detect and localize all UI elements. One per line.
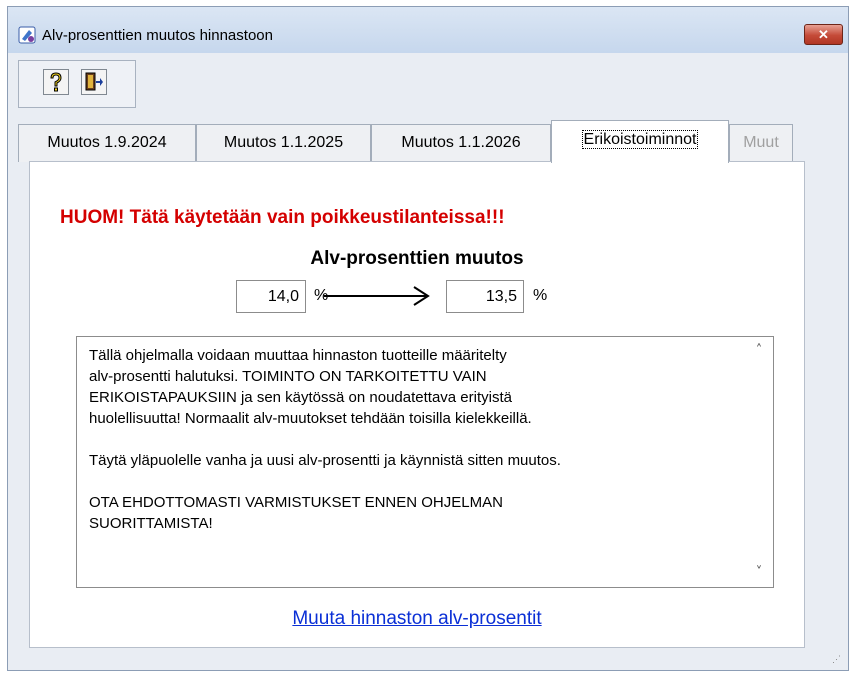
close-icon: ✕ (818, 27, 829, 42)
new-rate-input[interactable]: 13,5 (446, 280, 524, 313)
app-icon (18, 26, 36, 44)
tab-muutos-2025[interactable]: Muutos 1.1.2025 (196, 124, 371, 162)
help-button[interactable] (43, 69, 69, 95)
scroll-up-icon[interactable]: ˄ (751, 343, 767, 359)
tab-muutos-2024[interactable]: Muutos 1.9.2024 (18, 124, 196, 162)
tab-panel: HUOM! Tätä käytetään vain poikkeustilant… (29, 161, 805, 648)
help-icon (50, 72, 62, 92)
info-text: Tällä ohjelmalla voidaan muuttaa hinnast… (89, 347, 561, 532)
title-bar[interactable]: Alv-prosenttien muutos hinnastoon ✕ (8, 7, 848, 53)
tab-strip: Muutos 1.9.2024 Muutos 1.1.2025 Muutos 1… (18, 120, 838, 163)
dialog-window: Alv-prosenttien muutos hinnastoon ✕ Muut… (7, 6, 849, 671)
new-rate-unit: % (533, 287, 548, 304)
toolbar (18, 60, 136, 108)
arrow-right-icon (324, 286, 430, 306)
close-button[interactable]: ✕ (804, 24, 843, 45)
exit-button[interactable] (81, 69, 107, 95)
resize-grip-icon[interactable]: ⋰ (832, 654, 844, 666)
change-vat-link[interactable]: Muuta hinnaston alv-prosentit (30, 608, 804, 630)
warning-text: HUOM! Tätä käytetään vain poikkeustilant… (60, 207, 505, 228)
section-heading: Alv-prosenttien muutos (310, 248, 524, 269)
scroll-down-icon[interactable]: ˅ (751, 565, 767, 581)
exit-door-icon (85, 72, 103, 91)
info-textarea[interactable]: Tällä ohjelmalla voidaan muuttaa hinnast… (76, 336, 774, 588)
window-title: Alv-prosenttien muutos hinnastoon (42, 27, 273, 44)
tab-muutos-2026[interactable]: Muutos 1.1.2026 (371, 124, 551, 162)
old-rate-input[interactable]: 14,0 (236, 280, 306, 313)
tab-erikoistoiminnot[interactable]: Erikoistoiminnot (551, 120, 729, 163)
tab-muut: Muut (729, 124, 793, 162)
